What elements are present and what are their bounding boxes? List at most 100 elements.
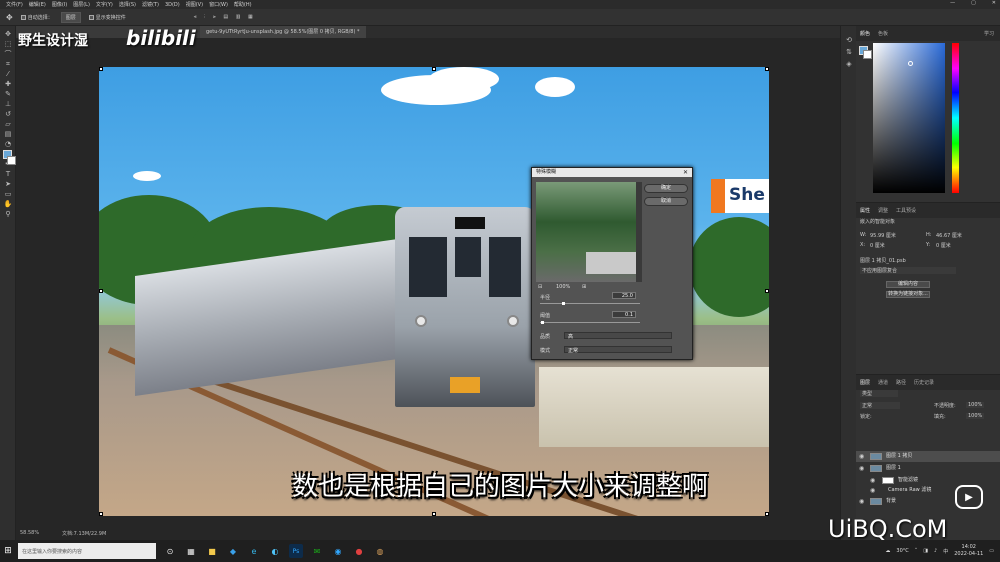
tab-history[interactable]: 历史记录 (914, 379, 934, 386)
threshold-input[interactable]: 0.1 (612, 311, 636, 318)
menu-layer[interactable]: 图层(L) (73, 1, 90, 8)
document-tab[interactable]: getu-9yUTtRyrtJu-unsplash.jpg @ 58.5%(图层… (200, 26, 366, 38)
height-value[interactable]: 46.67 厘米 (936, 232, 962, 239)
tab-swatches[interactable]: 色板 (878, 30, 888, 37)
app-icon[interactable]: ◍ (373, 544, 387, 558)
zoom-icon[interactable]: ⚲ (3, 210, 13, 218)
ok-button[interactable]: 确定 (644, 184, 688, 193)
layer-row[interactable]: ◉ 图层 1 (856, 463, 1000, 474)
visibility-eye-icon[interactable]: ◉ (870, 485, 875, 496)
x-value[interactable]: 0 厘米 (870, 242, 885, 249)
network-icon[interactable]: ◨ (923, 548, 928, 554)
align-icons[interactable]: ⫷ ⫶ ⫸ ▤ ▥ ▦ (194, 14, 256, 20)
transform-handle[interactable] (765, 512, 769, 516)
preview-scrollbar[interactable] (636, 182, 642, 282)
widgets-icon[interactable]: ▦ (184, 544, 198, 558)
width-value[interactable]: 95.99 厘米 (870, 232, 896, 239)
blend-mode-select[interactable]: 正常 (860, 402, 900, 409)
menu-file[interactable]: 文件(F) (6, 1, 23, 8)
radius-slider[interactable] (540, 303, 640, 304)
menu-type[interactable]: 文字(Y) (96, 1, 113, 8)
layer-comp-select[interactable]: 不应用图层复合 (860, 267, 956, 274)
transform-handle[interactable] (765, 67, 769, 71)
task-view-icon[interactable]: ⊙ (163, 544, 177, 558)
menu-image[interactable]: 图像(I) (52, 1, 67, 8)
zoom-in-icon[interactable]: ⊞ (582, 284, 586, 290)
radius-slider-thumb[interactable] (562, 302, 565, 305)
dialog-close-icon[interactable]: ✕ (683, 168, 688, 177)
transform-handle[interactable] (432, 512, 436, 516)
hue-slider[interactable] (952, 43, 959, 193)
opacity-input[interactable]: 100% (966, 402, 985, 408)
ps-active-icon[interactable]: ◉ (331, 544, 345, 558)
play-icon[interactable]: ▶ (955, 485, 983, 509)
eyedropper-icon[interactable]: ⁄ (3, 70, 13, 78)
taskbar-search-input[interactable]: 在这里输入你要搜索的内容 (18, 543, 156, 559)
quality-select[interactable]: 高 (564, 332, 672, 340)
volume-icon[interactable]: ♪ (934, 548, 937, 554)
tray-chevron-icon[interactable]: ˄ (915, 548, 918, 554)
type-icon[interactable]: T (3, 170, 13, 178)
tab-properties[interactable]: 属性 (860, 207, 870, 214)
show-transform-option[interactable]: 显示变换控件 (88, 14, 126, 21)
fill-input[interactable]: 100% (966, 413, 985, 419)
visibility-eye-icon[interactable]: ◉ (859, 451, 864, 462)
auto-select-option[interactable]: 自动选择： (20, 14, 53, 21)
windows-start-icon[interactable]: ⊞ (0, 540, 16, 562)
layer-row[interactable]: ◉ 图层 1 拷贝 (856, 451, 1000, 462)
blur-icon[interactable]: ◔ (3, 140, 13, 148)
radius-input[interactable]: 25.0 (612, 292, 636, 299)
layer-kind-filter[interactable]: 类型 (860, 390, 898, 397)
media-icon[interactable]: ◐ (268, 544, 282, 558)
healing-icon[interactable]: ✚ (3, 80, 13, 88)
transform-handle[interactable] (99, 512, 103, 516)
transform-handle[interactable] (765, 289, 769, 293)
history-brush-icon[interactable]: ↺ (3, 110, 13, 118)
menu-select[interactable]: 选择(S) (119, 1, 136, 8)
photoshop-icon[interactable]: Ps (289, 544, 303, 558)
store-icon[interactable]: ◆ (226, 544, 240, 558)
y-value[interactable]: 0 厘米 (936, 242, 951, 249)
brush-settings-icon[interactable]: ◈ (844, 60, 854, 68)
mode-select[interactable]: 正常 (564, 346, 672, 354)
transform-handle[interactable] (99, 289, 103, 293)
shape-icon[interactable]: ▭ (3, 190, 13, 198)
gradient-icon[interactable]: ▤ (3, 130, 13, 138)
move-tool-icon[interactable]: ✥ (6, 13, 13, 22)
auto-select-dropdown[interactable]: 图层 (60, 11, 81, 23)
notification-icon[interactable]: ▭ (989, 548, 994, 554)
crop-icon[interactable]: ⌗ (3, 60, 13, 68)
move-icon[interactable]: ✥ (3, 30, 13, 38)
menu-3d[interactable]: 3D(D) (165, 2, 180, 8)
taskbar-clock[interactable]: 14:02 2022-04-11 (954, 544, 983, 558)
show-transform-checkbox[interactable] (88, 14, 94, 20)
threshold-slider[interactable] (540, 322, 640, 323)
menu-view[interactable]: 视图(V) (186, 1, 203, 8)
edge-icon[interactable]: e (247, 544, 261, 558)
menu-filter[interactable]: 滤镜(T) (142, 1, 159, 8)
tab-tool-presets[interactable]: 工具预设 (896, 207, 916, 214)
minimize-button[interactable]: — (950, 0, 955, 6)
visibility-eye-icon[interactable]: ◉ (859, 496, 864, 507)
zoom-out-icon[interactable]: ⊟ (538, 284, 542, 290)
tab-paths[interactable]: 路径 (896, 379, 906, 386)
weather-temp[interactable]: 30°C (896, 548, 908, 554)
cancel-button[interactable]: 取消 (644, 197, 688, 206)
weather-icon[interactable]: ☁ (885, 548, 890, 554)
convert-linked-button[interactable]: 转换为链接对象... (886, 291, 930, 298)
wechat-icon[interactable]: ✉ (310, 544, 324, 558)
file-explorer-icon[interactable]: ■ (205, 544, 219, 558)
tab-layers[interactable]: 图层 (860, 379, 870, 386)
close-button[interactable]: ✕ (992, 0, 996, 6)
history-icon[interactable]: ⟲ (844, 36, 854, 44)
input-language[interactable]: 中 (943, 548, 948, 555)
learn-label[interactable]: 学习 (984, 30, 994, 37)
app-icon[interactable]: ● (352, 544, 366, 558)
stamp-icon[interactable]: ⊥ (3, 100, 13, 108)
tab-adjustments[interactable]: 调整 (878, 207, 888, 214)
eraser-icon[interactable]: ▱ (3, 120, 13, 128)
transform-handle[interactable] (99, 67, 103, 71)
edit-contents-button[interactable]: 编辑内容 (886, 281, 930, 288)
lasso-icon[interactable]: ⌒ (3, 50, 13, 58)
brush-icon[interactable]: ✎ (3, 90, 13, 98)
